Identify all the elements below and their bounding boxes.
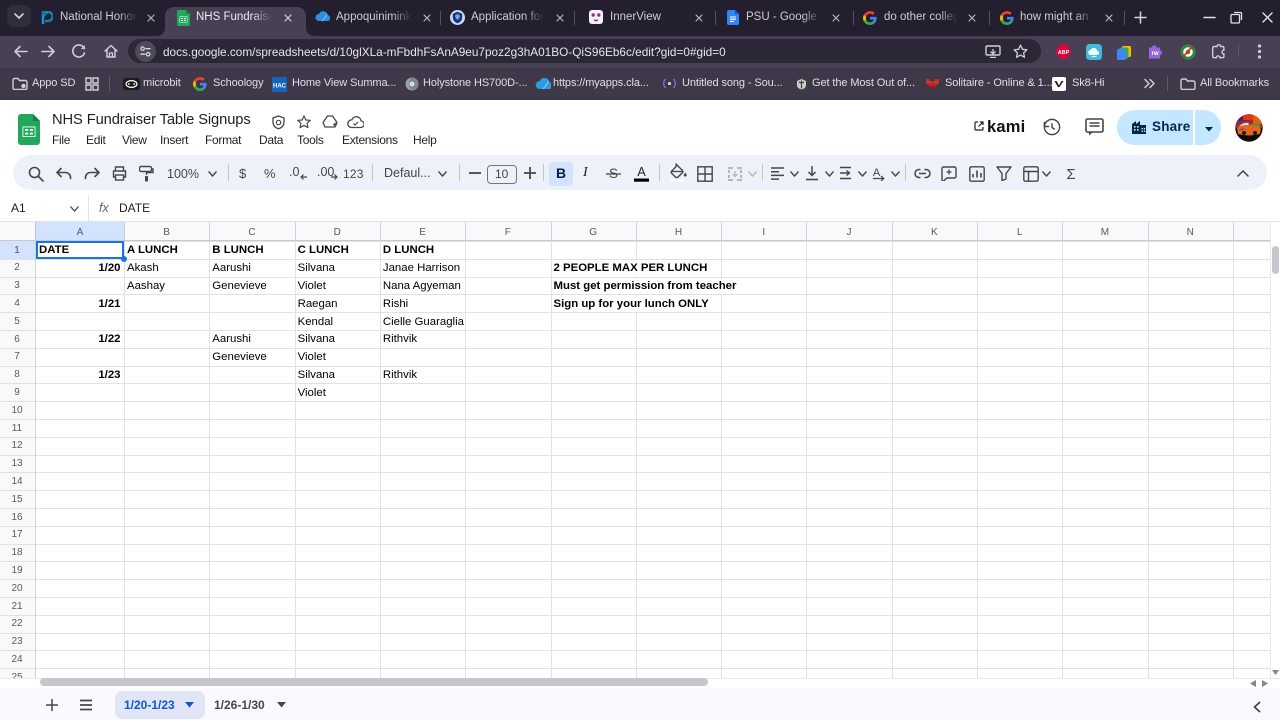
- svg-text:fx: fx: [99, 201, 109, 213]
- svg-text:rw: rw: [1151, 51, 1158, 57]
- svg-text:ABP: ABP: [1058, 50, 1070, 56]
- svg-text:A: A: [637, 165, 646, 179]
- svg-text:Σ: Σ: [1066, 166, 1075, 182]
- svg-text:HAC: HAC: [273, 84, 287, 90]
- svg-text:A: A: [873, 167, 881, 179]
